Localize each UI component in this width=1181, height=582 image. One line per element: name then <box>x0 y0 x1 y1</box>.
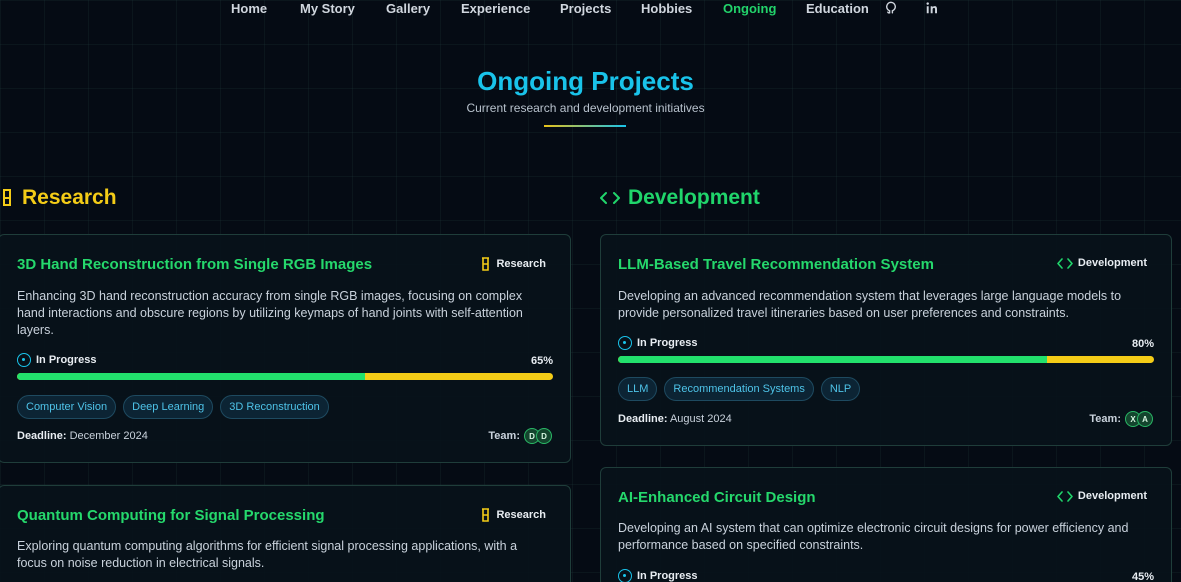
card-title: Quantum Computing for Signal Processing <box>17 507 325 524</box>
card-type-label: Research <box>496 258 546 270</box>
deadline-label: Deadline: <box>618 413 668 425</box>
status-indicator: In Progress <box>618 336 698 350</box>
title-underline <box>544 125 626 127</box>
nav-my-story[interactable]: My Story <box>300 1 355 16</box>
tag-list: Computer Vision Deep Learning 3D Reconst… <box>17 395 329 419</box>
card-description: Exploring quantum computing algorithms f… <box>17 539 518 570</box>
deadline-label: Deadline: <box>17 430 67 442</box>
progress-fill <box>618 356 1047 363</box>
progress-percent: 45% <box>1131 571 1154 582</box>
card-title: LLM-Based Travel Recommendation System <box>618 256 934 273</box>
team-label: Team: <box>1089 413 1121 425</box>
status-icon <box>618 336 632 350</box>
status-label: In Progress <box>637 570 698 582</box>
team: Team: X A <box>1089 411 1153 427</box>
card-type-badge: Research <box>480 257 546 271</box>
tag[interactable]: Recommendation Systems <box>664 377 814 401</box>
flask-icon <box>482 508 490 522</box>
team-label: Team: <box>488 430 520 442</box>
progress-percent: 80% <box>1131 338 1154 350</box>
nav-education[interactable]: Education <box>806 1 869 16</box>
progress-bar <box>17 373 553 380</box>
linkedin-icon[interactable] <box>925 1 939 15</box>
tag[interactable]: 3D Reconstruction <box>220 395 329 419</box>
card-description: Enhancing 3D hand reconstruction accurac… <box>17 289 523 337</box>
code-icon <box>600 192 620 204</box>
code-icon <box>1057 257 1073 269</box>
nav-projects[interactable]: Projects <box>560 1 611 16</box>
deadline-value: August 2024 <box>669 413 732 425</box>
tag[interactable]: NLP <box>820 377 861 401</box>
card-type-badge: Research <box>480 508 546 522</box>
tag-list: LLM Recommendation Systems NLP <box>618 377 861 401</box>
nav-home[interactable]: Home <box>231 1 267 16</box>
page-title: Ongoing Projects <box>477 66 694 96</box>
development-heading-label: Development <box>628 186 760 209</box>
progress-bar <box>618 356 1154 363</box>
status-indicator: In Progress <box>618 569 698 582</box>
card-description: Developing an AI system that can optimiz… <box>618 521 1129 552</box>
card-type-label: Development <box>1077 490 1147 502</box>
card-type-label: Development <box>1077 257 1147 269</box>
status-icon <box>17 353 31 367</box>
page-subtitle: Current research and development initiat… <box>466 101 705 115</box>
project-card[interactable]: LLM-Based Travel Recommendation System D… <box>600 234 1172 446</box>
nav-experience[interactable]: Experience <box>461 1 530 16</box>
avatar: A <box>1137 411 1153 427</box>
tag[interactable]: Deep Learning <box>123 395 214 419</box>
status-label: In Progress <box>637 337 698 349</box>
status-icon <box>618 569 632 582</box>
nav-ongoing[interactable]: Ongoing <box>723 1 776 16</box>
status-indicator: In Progress <box>17 353 97 367</box>
tag[interactable]: Computer Vision <box>17 395 117 419</box>
flask-icon <box>482 257 490 271</box>
flask-icon <box>3 189 11 206</box>
project-card[interactable]: Quantum Computing for Signal Processing … <box>0 485 571 582</box>
card-title: AI-Enhanced Circuit Design <box>618 489 816 506</box>
deadline: Deadline: August 2024 <box>618 413 732 425</box>
github-icon[interactable] <box>884 1 898 15</box>
card-type-badge: Development <box>1057 490 1147 502</box>
development-heading: Development <box>600 186 760 210</box>
avatar: D <box>536 428 552 444</box>
deadline: Deadline: December 2024 <box>17 430 148 442</box>
nav-gallery[interactable]: Gallery <box>386 1 430 16</box>
deadline-value: December 2024 <box>69 430 148 442</box>
card-type-badge: Development <box>1057 257 1147 269</box>
progress-fill <box>17 373 366 380</box>
card-title: 3D Hand Reconstruction from Single RGB I… <box>17 256 373 273</box>
code-icon <box>1057 490 1073 502</box>
research-heading-label: Research <box>22 186 117 209</box>
card-type-label: Research <box>496 509 546 521</box>
project-card[interactable]: AI-Enhanced Circuit Design Development D… <box>600 467 1172 582</box>
tag[interactable]: LLM <box>618 377 658 401</box>
card-description: Developing an advanced recommendation sy… <box>618 289 1122 320</box>
research-heading: Research <box>0 186 117 210</box>
status-label: In Progress <box>36 354 97 366</box>
project-card[interactable]: 3D Hand Reconstruction from Single RGB I… <box>0 234 571 463</box>
progress-percent: 65% <box>530 355 553 367</box>
top-nav: Home My Story Gallery Experience Project… <box>0 0 1181 20</box>
nav-hobbies[interactable]: Hobbies <box>641 1 692 16</box>
team: Team: D D <box>488 428 552 444</box>
